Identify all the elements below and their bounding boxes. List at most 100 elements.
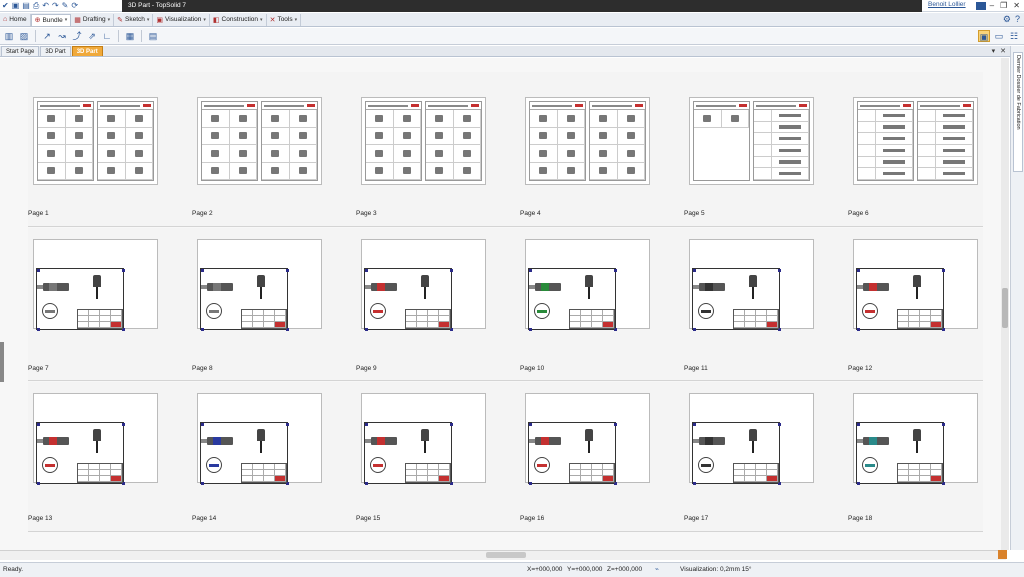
page-thumbnail[interactable]: Page 16 <box>520 382 650 532</box>
page-preview[interactable] <box>525 239 650 331</box>
drawing-sheet <box>856 422 945 485</box>
page-thumbnail[interactable]: Page 12 <box>848 228 978 378</box>
panel-icon[interactable]: ▭ <box>993 30 1005 42</box>
folder-icon[interactable]: ▨ <box>18 30 30 42</box>
horizontal-scrollbar[interactable] <box>0 550 1006 560</box>
page-preview[interactable] <box>689 239 814 331</box>
page-thumbnail[interactable]: Page 4 <box>520 72 650 227</box>
page-thumbnail[interactable]: Page 11 <box>684 228 814 378</box>
tab-sketch[interactable]: ✎ Sketch ▾ <box>114 13 154 26</box>
page-thumbnail[interactable]: Page 3 <box>356 72 486 227</box>
scroll-thumb[interactable] <box>486 552 526 558</box>
page-thumbnail[interactable]: Page 15 <box>356 382 486 532</box>
page-preview[interactable] <box>361 393 486 485</box>
refresh-icon[interactable]: ⟳ <box>71 1 78 11</box>
view-mode-icon[interactable]: ▣ <box>978 30 990 42</box>
tree-icon[interactable]: ☷ <box>1008 30 1020 42</box>
side-panel: Dernier Dossier de Fabrication <box>1010 46 1024 550</box>
drawing-sheet <box>36 268 125 331</box>
page-preview[interactable] <box>33 393 158 485</box>
arc-tool-icon[interactable]: ↝ <box>56 30 68 42</box>
doc-tab-start-page[interactable]: Start Page <box>1 46 40 56</box>
move-tool-icon[interactable]: ⇗ <box>86 30 98 42</box>
page-preview[interactable] <box>689 97 814 185</box>
page-preview[interactable] <box>197 239 322 331</box>
close-document-icon[interactable]: ✕ <box>1000 46 1006 57</box>
page-label: Page 14 <box>192 515 217 522</box>
page-thumbnail[interactable]: Page 8 <box>192 228 322 378</box>
page-thumbnail[interactable]: Page 6 <box>848 72 978 227</box>
page-thumbnail[interactable]: Page 2 <box>192 72 322 227</box>
chevron-down-icon[interactable]: ▾ <box>108 17 111 23</box>
save-all-icon[interactable]: ▤ <box>22 1 30 11</box>
chevron-down-icon[interactable]: ▾ <box>295 17 298 23</box>
page-preview[interactable] <box>689 393 814 485</box>
page-thumbnail[interactable]: Page 5 <box>684 72 814 227</box>
page-thumbnail[interactable]: Page 10 <box>520 228 650 378</box>
polyline-tool-icon[interactable]: ⤴ <box>71 30 83 42</box>
layout-icon[interactable]: ▤ <box>147 30 159 42</box>
tab-home[interactable]: ⌂ Home <box>0 13 31 26</box>
language-flag-icon[interactable] <box>976 2 986 10</box>
tab-bundle[interactable]: ⊕ Bundle ▾ <box>30 13 72 26</box>
page-preview[interactable] <box>853 97 978 185</box>
vertical-scrollbar[interactable] <box>1001 58 1009 550</box>
angle-tool-icon[interactable]: ∟ <box>101 30 113 42</box>
chevron-down-icon[interactable]: ▾ <box>203 17 206 23</box>
page-preview[interactable] <box>33 239 158 331</box>
pen-icon[interactable]: ✎ <box>62 1 69 11</box>
page-preview[interactable] <box>33 97 158 185</box>
drawing-sheet <box>692 268 781 331</box>
line-tool-icon[interactable]: ↗ <box>41 30 53 42</box>
drawing-sheet <box>528 268 617 331</box>
redo-icon[interactable]: ↷ <box>52 1 59 11</box>
side-panel-tab[interactable]: Dernier Dossier de Fabrication <box>1013 52 1023 172</box>
page-preview[interactable] <box>853 393 978 485</box>
settings-icon[interactable]: ⚙ <box>1003 14 1011 25</box>
tab-visualization[interactable]: ▣ Visualization ▾ <box>153 13 210 26</box>
page-thumbnail[interactable]: Page 13 <box>28 382 158 532</box>
maximize-icon[interactable]: ❐ <box>1000 0 1007 12</box>
splitter-handle[interactable] <box>0 342 4 382</box>
page-thumbnail[interactable]: Page 17 <box>684 382 814 532</box>
page-preview[interactable] <box>525 97 650 185</box>
chevron-down-icon[interactable]: ▾ <box>260 17 263 23</box>
page-preview[interactable] <box>361 239 486 331</box>
scroll-thumb[interactable] <box>1002 288 1008 328</box>
topsolid-logo-icon[interactable]: ✔ <box>2 1 9 11</box>
page-label: Page 13 <box>28 515 53 522</box>
help-icon[interactable]: ? <box>1015 14 1020 25</box>
page-preview[interactable] <box>525 393 650 485</box>
page-preview[interactable] <box>361 97 486 185</box>
close-window-icon[interactable]: ✕ <box>1013 0 1020 12</box>
tab-tools[interactable]: ✕ Tools ▾ <box>267 13 302 26</box>
minimize-icon[interactable]: – <box>990 0 994 12</box>
undo-icon[interactable]: ↶ <box>42 1 49 11</box>
resize-grip-icon[interactable] <box>998 550 1007 559</box>
page-thumbnail[interactable]: Page 14 <box>192 382 322 532</box>
chevron-down-icon[interactable]: ▾ <box>65 17 68 23</box>
page-thumbnail[interactable]: Page 1 <box>28 72 158 227</box>
page-preview[interactable] <box>197 393 322 485</box>
document-icon[interactable]: ▥ <box>3 30 15 42</box>
page-preview[interactable] <box>853 239 978 331</box>
user-name-link[interactable]: Benoit Lollier <box>928 1 966 8</box>
page-thumbnail[interactable]: Page 9 <box>356 228 486 378</box>
page-label: Page 4 <box>520 210 541 217</box>
doc-tab-3d-part-active[interactable]: 3D Part <box>71 46 103 56</box>
tab-construction[interactable]: ◧ Construction ▾ <box>210 13 267 26</box>
page-preview[interactable] <box>197 97 322 185</box>
page-thumbnail[interactable]: Page 7 <box>28 228 158 378</box>
print-icon[interactable]: ⎙ <box>33 1 39 11</box>
chevron-down-icon[interactable]: ▾ <box>147 17 150 23</box>
drafting-icon: ▦ <box>74 16 81 24</box>
thumbnail-row: Page 1 Page 2 Page 3 Page 4 Page 5 Page 6 <box>28 72 983 227</box>
page-thumbnail[interactable]: Page 18 <box>848 382 978 532</box>
snap-icon[interactable]: ⌁ <box>655 563 659 577</box>
visualization-icon: ▣ <box>156 16 164 24</box>
tab-list-icon[interactable]: ▾ <box>992 46 996 57</box>
tab-drafting[interactable]: ▦ Drafting ▾ <box>71 13 115 26</box>
grid-icon[interactable]: ▦ <box>124 30 136 42</box>
doc-tab-3d-part[interactable]: 3D Part <box>40 46 71 56</box>
save-icon[interactable]: ▣ <box>12 1 20 11</box>
